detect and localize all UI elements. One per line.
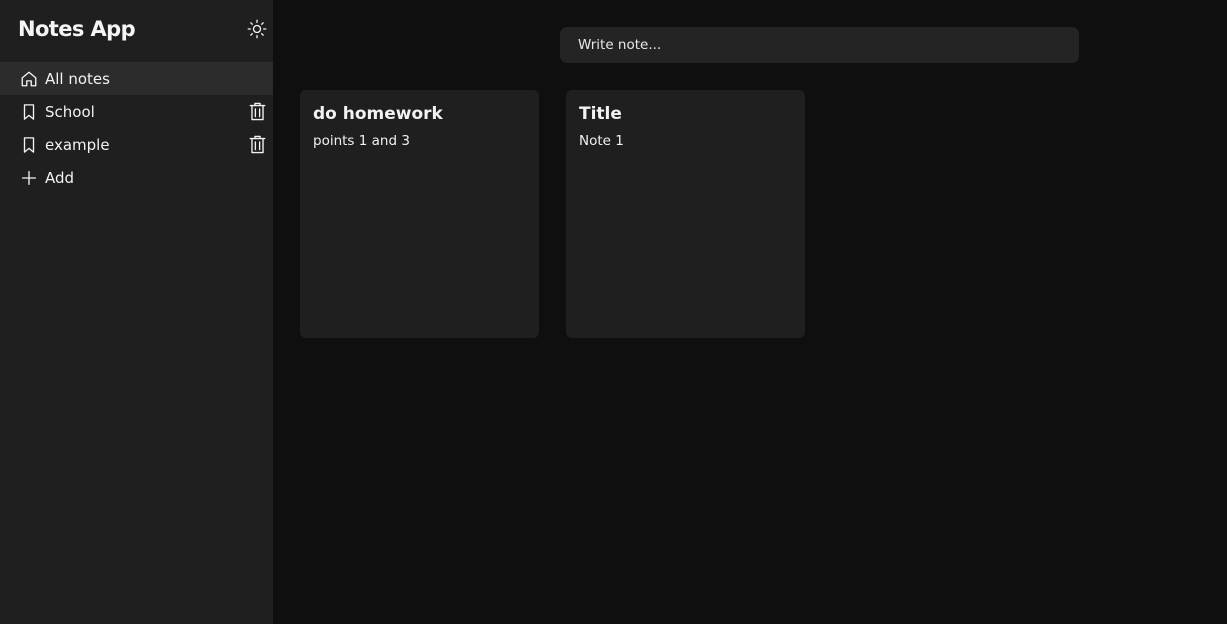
sidebar-item-label: example [45,135,110,154]
home-icon [20,70,38,88]
note-body: Note 1 [579,133,624,149]
note-card[interactable]: Title Note 1 [566,90,805,338]
delete-category-button[interactable] [248,135,266,154]
sidebar-item-school[interactable]: School [0,95,273,128]
sidebar-item-example[interactable]: example [0,128,273,161]
app-title: Notes App [18,17,136,41]
bookmark-icon [20,103,38,121]
add-category-label: Add [45,168,75,187]
note-input-container [560,27,1079,63]
note-body: points 1 and 3 [313,133,410,149]
sun-icon [247,19,267,39]
trash-icon [249,135,265,154]
trash-icon [249,102,265,121]
write-note-input[interactable] [560,27,1079,63]
sidebar-item-label: All notes [45,69,110,88]
sidebar: Notes App All notes School example Add [0,0,273,624]
plus-icon [20,169,38,187]
delete-category-button[interactable] [248,102,266,121]
notes-app: Notes App All notes School example Add W… [0,0,1227,624]
add-category-button[interactable]: Add [0,161,273,194]
bookmark-icon [20,136,38,154]
note-card[interactable]: do homework points 1 and 3 [300,90,539,338]
note-title: Title [579,104,622,124]
sidebar-item-label: School [45,102,95,121]
note-title: do homework [313,104,443,124]
theme-toggle-button[interactable] [246,18,268,40]
sidebar-item-all-notes[interactable]: All notes [0,62,273,95]
sidebar-nav: All notes School example Add [0,62,273,194]
